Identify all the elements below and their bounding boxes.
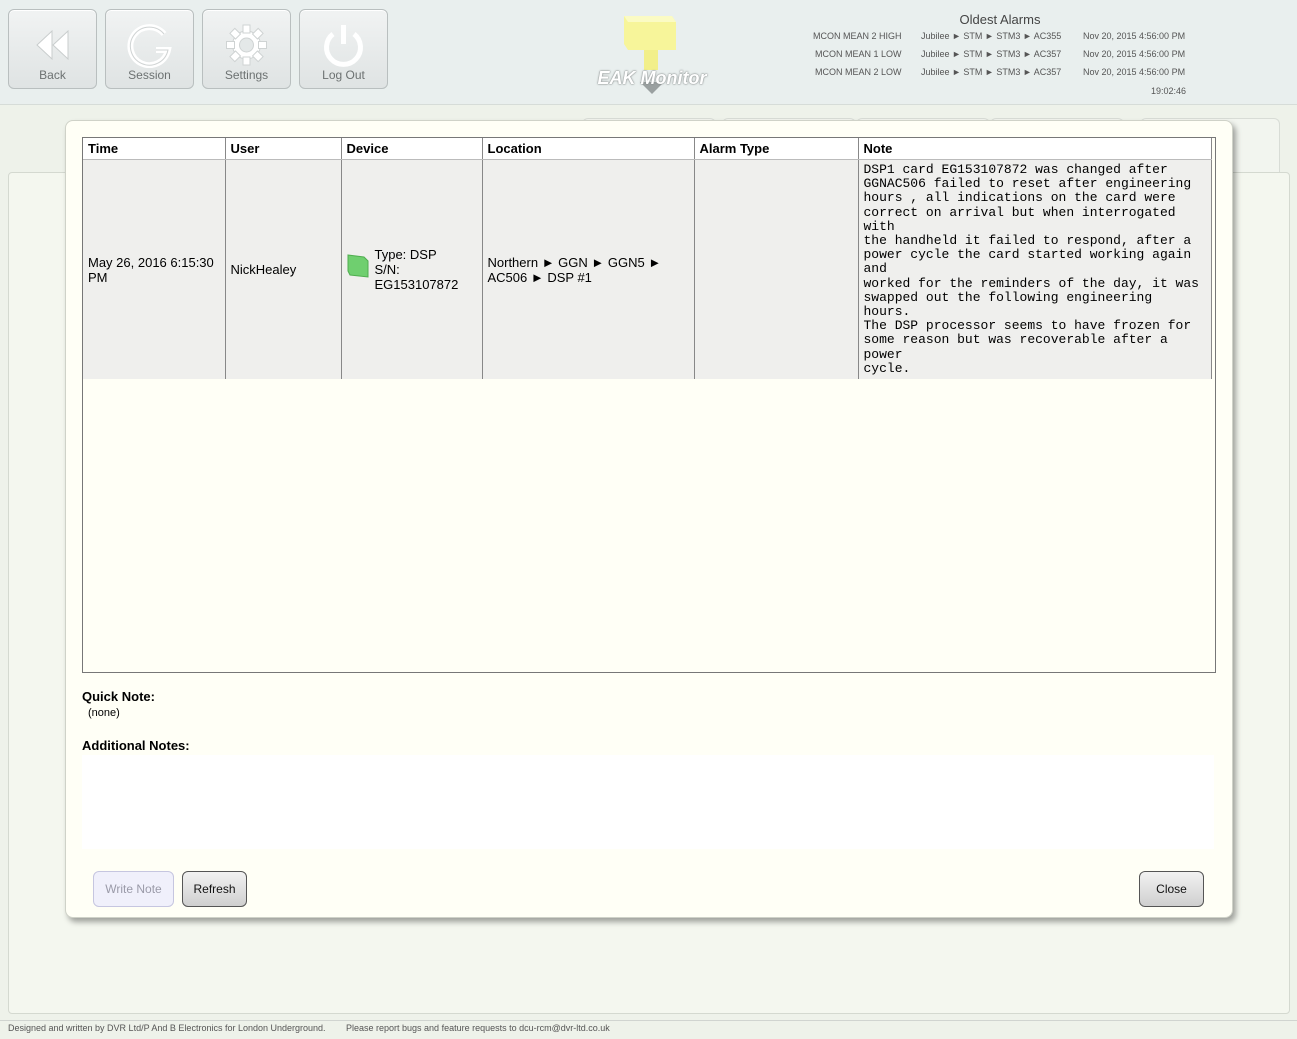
rewind-icon xyxy=(9,22,96,68)
quick-note-value: (none) xyxy=(88,707,120,719)
column-header-note[interactable]: Note xyxy=(858,138,1212,160)
settings-label: Settings xyxy=(224,68,269,82)
logout-label: Log Out xyxy=(322,68,365,82)
close-button[interactable]: Close xyxy=(1139,871,1204,907)
alarm-location: Jubilee ► STM ► STM3 ► AC357 xyxy=(921,67,1062,77)
dsp-card-icon xyxy=(347,254,368,278)
eak-monitor-logo: EAK Monitor xyxy=(592,8,712,98)
column-header-time[interactable]: Time xyxy=(83,138,226,160)
notes-dialog: Time User Device Location Alarm Type Not… xyxy=(65,120,1233,918)
device-type: Type: DSP xyxy=(374,247,437,263)
session-button[interactable]: Session xyxy=(105,9,194,89)
alarm-time: Nov 20, 2015 4:56:00 PM xyxy=(1083,49,1186,59)
back-button[interactable]: Back xyxy=(8,9,97,89)
device-info: Type: DSP S/N: EG153107872 xyxy=(347,247,477,292)
footer-bug-report: Please report bugs and feature requests … xyxy=(346,1023,610,1033)
column-header-user[interactable]: User xyxy=(225,138,342,160)
alarm-type: MCON MEAN 2 LOW xyxy=(815,67,902,77)
gear-icon xyxy=(203,22,290,68)
cell-location: Northern ► GGN ► GGN5 ► AC506 ► DSP #1 xyxy=(482,159,695,380)
cell-time: May 26, 2016 6:15:30 PM xyxy=(83,159,226,380)
alarm-time: Nov 20, 2015 4:56:00 PM xyxy=(1083,31,1186,41)
cell-alarm-type xyxy=(694,159,859,380)
table-row[interactable]: May 26, 2016 6:15:30 PM NickHealey Type:… xyxy=(83,159,1212,380)
cell-user: NickHealey xyxy=(225,159,342,380)
alarm-time: Nov 20, 2015 4:56:00 PM xyxy=(1083,67,1186,77)
column-header-alarm-type[interactable]: Alarm Type xyxy=(694,138,859,160)
additional-notes-field[interactable] xyxy=(82,755,1214,849)
notes-table-header: Time User Device Location Alarm Type Not… xyxy=(83,138,1212,160)
power-icon xyxy=(300,22,387,68)
logout-button[interactable]: Log Out xyxy=(299,9,388,89)
column-header-device[interactable]: Device xyxy=(341,138,483,160)
session-label: Session xyxy=(128,68,171,82)
clock: 19:02:46 xyxy=(1150,86,1186,96)
device-sn-label: S/N: xyxy=(374,262,400,278)
refresh-button[interactable]: Refresh xyxy=(182,871,247,907)
notes-table: Time User Device Location Alarm Type Not… xyxy=(83,138,1212,380)
write-note-button[interactable]: Write Note xyxy=(93,871,174,907)
settings-button[interactable]: Settings xyxy=(202,9,291,89)
alarm-type: MCON MEAN 2 HIGH xyxy=(813,31,902,41)
session-icon xyxy=(106,22,193,69)
footer-credit: Designed and written by DVR Ltd/P And B … xyxy=(8,1023,326,1033)
column-header-location[interactable]: Location xyxy=(482,138,695,160)
logo-text: EAK Monitor xyxy=(597,68,707,88)
page-footer: Designed and written by DVR Ltd/P And B … xyxy=(0,1020,1297,1039)
app-header: Back Session Settings Log Out EAK Monito… xyxy=(0,0,1297,105)
alarm-type: MCON MEAN 1 LOW xyxy=(815,49,902,59)
oldest-alarms-title: Oldest Alarms xyxy=(959,12,1041,27)
alarm-location: Jubilee ► STM ► STM3 ► AC357 xyxy=(921,49,1062,59)
alarm-location: Jubilee ► STM ► STM3 ► AC355 xyxy=(921,31,1062,41)
additional-notes-label: Additional Notes: xyxy=(82,738,190,753)
quick-note-label: Quick Note: xyxy=(82,689,155,704)
cell-device: Type: DSP S/N: EG153107872 xyxy=(341,159,483,380)
device-sn: EG153107872 xyxy=(374,277,459,293)
back-label: Back xyxy=(39,68,66,82)
notes-table-container: Time User Device Location Alarm Type Not… xyxy=(82,137,1216,673)
cell-note: DSP1 card EG153107872 was changed after … xyxy=(858,159,1212,380)
